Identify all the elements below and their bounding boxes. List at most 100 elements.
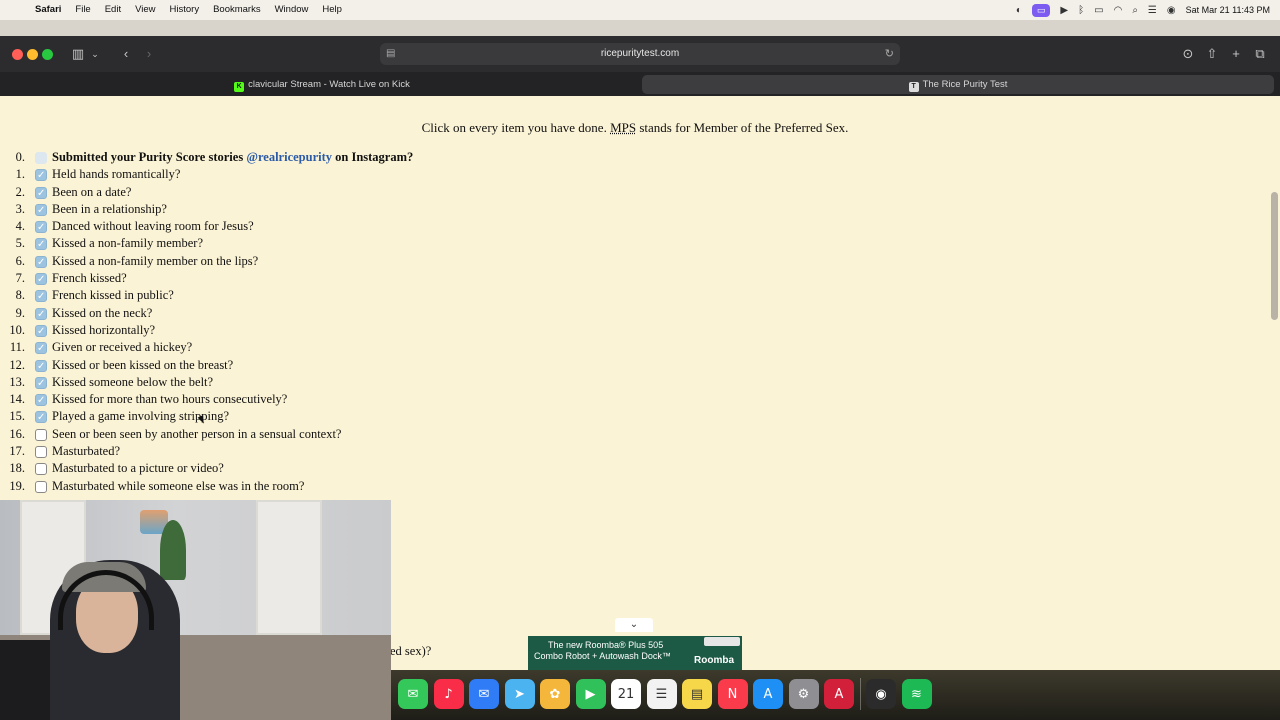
mps-abbreviation[interactable]: MPS: [610, 120, 636, 135]
question-row[interactable]: 3. Been in a relationship?: [0, 201, 800, 219]
obs-icon[interactable]: ◉: [866, 679, 896, 709]
question-row[interactable]: 4. Danced without leaving room for Jesus?: [0, 218, 800, 236]
messages-icon[interactable]: ✉: [398, 679, 428, 709]
question-checkbox[interactable]: [35, 323, 47, 340]
maps-icon[interactable]: ➤: [504, 679, 535, 709]
tab-overview-icon[interactable]: ⧉: [1252, 44, 1268, 64]
photos-icon[interactable]: ✿: [540, 679, 570, 709]
forward-icon[interactable]: ›: [141, 44, 157, 64]
question-checkbox[interactable]: [35, 152, 47, 164]
question-number: 1.: [15, 167, 25, 182]
share-icon[interactable]: ⇧: [1204, 44, 1220, 64]
browser-toolbar: ▥ ⌄ ‹ › ▤ ricepuritytest.com ↻ ⊙ ⇧ + ⧉: [0, 36, 1280, 72]
music-icon[interactable]: ♪: [433, 679, 464, 709]
address-bar[interactable]: ▤ ricepuritytest.com ↻: [380, 43, 900, 65]
question-checkbox[interactable]: [35, 236, 47, 253]
sidebar-icon[interactable]: ▥: [68, 44, 88, 64]
downloads-icon[interactable]: ⊙: [1180, 44, 1196, 64]
question-row[interactable]: 12. Kissed or been kissed on the breast?: [0, 357, 800, 375]
screen-share-icon[interactable]: ▭: [1031, 3, 1051, 17]
spotify-icon[interactable]: ≋: [901, 679, 932, 709]
question-checkbox[interactable]: [35, 358, 47, 375]
search-icon[interactable]: ⌕: [1132, 5, 1138, 16]
new-tab-icon[interactable]: +: [1228, 44, 1244, 64]
question-checkbox[interactable]: [35, 306, 47, 323]
question-checkbox[interactable]: [35, 254, 47, 271]
close-window-button[interactable]: [12, 49, 23, 60]
mail-icon[interactable]: ✉: [469, 679, 499, 709]
question-checkbox[interactable]: [35, 219, 47, 236]
news-icon[interactable]: N: [717, 679, 748, 709]
facetime-icon[interactable]: ▶: [575, 679, 606, 709]
app-store-icon[interactable]: A: [753, 679, 783, 709]
question-checkbox[interactable]: [35, 271, 47, 288]
question-text: Kissed on the neck?: [52, 305, 153, 320]
question-row[interactable]: 5. Kissed a non-family member?: [0, 235, 800, 253]
question-checkbox[interactable]: [35, 446, 47, 459]
back-icon[interactable]: ‹: [118, 44, 134, 64]
question-row[interactable]: 14. Kissed for more than two hours consec…: [0, 391, 800, 409]
zoom-window-button[interactable]: [42, 49, 53, 60]
instagram-link[interactable]: @realricepurity: [246, 150, 332, 164]
question-row[interactable]: 10. Kissed horizontally?: [0, 322, 800, 340]
question-row[interactable]: 6. Kissed a non-family member on the lips…: [0, 253, 800, 271]
question-text: Kissed or been kissed on the breast?: [52, 357, 234, 372]
siri-icon[interactable]: ◉: [1167, 5, 1176, 16]
question-checkbox[interactable]: [35, 392, 47, 409]
question-row[interactable]: 13. Kissed someone below the belt?: [0, 374, 800, 392]
question-checkbox[interactable]: [35, 480, 47, 493]
play-icon[interactable]: ▶: [1060, 5, 1068, 16]
acrobat-icon[interactable]: A: [824, 679, 854, 709]
reader-icon[interactable]: ▤: [386, 43, 395, 65]
question-row[interactable]: 2. Been on a date?: [0, 184, 800, 202]
wifi-icon[interactable]: ◠: [1114, 5, 1123, 16]
menu-help[interactable]: Help: [315, 0, 349, 20]
question-checkbox[interactable]: [35, 409, 47, 426]
reminders-icon[interactable]: ☰: [646, 679, 677, 709]
question-row[interactable]: 8. French kissed in public?: [0, 287, 800, 305]
ad-collapse-button[interactable]: ⌄: [615, 618, 653, 632]
question-checkbox[interactable]: [35, 340, 47, 357]
question-row[interactable]: 15.Played a game involving stripping?: [0, 408, 800, 426]
reload-icon[interactable]: ↻: [885, 43, 894, 65]
control-center-icon[interactable]: ☰: [1148, 5, 1157, 16]
question-row[interactable]: 7. French kissed?: [0, 270, 800, 288]
question-row[interactable]: 19. Masturbated while someone else was in…: [0, 478, 800, 495]
notes-icon[interactable]: ▤: [682, 679, 712, 709]
question-row[interactable]: 0. Submitted your Purity Score stories @r…: [0, 149, 800, 166]
tab-kick-stream[interactable]: Kclavicular Stream - Watch Live on Kick: [6, 75, 638, 94]
question-checkbox[interactable]: [35, 185, 47, 202]
question-checkbox[interactable]: [35, 167, 47, 184]
menu-window[interactable]: Window: [268, 0, 316, 20]
menu-bookmarks[interactable]: Bookmarks: [206, 0, 268, 20]
chevron-down-icon[interactable]: ⌄: [88, 44, 102, 64]
calendar-icon[interactable]: 21: [611, 679, 641, 709]
question-number: 14.: [9, 392, 25, 407]
menu-edit[interactable]: Edit: [98, 0, 128, 20]
scrollbar[interactable]: [1271, 192, 1278, 320]
menu-history[interactable]: History: [163, 0, 207, 20]
roomba-ad[interactable]: The new Roomba® Plus 505 Combo Robot + A…: [528, 636, 742, 670]
bluetooth-icon[interactable]: ᛒ: [1078, 5, 1084, 16]
tab-rice-purity[interactable]: T The Rice Purity Test: [642, 75, 1274, 94]
battery-icon[interactable]: ▭: [1094, 5, 1103, 16]
question-row[interactable]: 18. Masturbated to a picture or video?: [0, 460, 800, 477]
recording-icon[interactable]: ◐: [1016, 5, 1022, 16]
clock[interactable]: Sat Mar 21 11:43 PM: [1186, 5, 1270, 15]
question-row[interactable]: 9. Kissed on the neck?: [0, 305, 800, 323]
settings-icon[interactable]: ⚙: [788, 679, 819, 709]
question-row[interactable]: 16. Seen or been seen by another person i…: [0, 426, 800, 443]
question-row[interactable]: 17. Masturbated?: [0, 443, 800, 460]
menu-view[interactable]: View: [128, 0, 162, 20]
question-row[interactable]: 1. Held hands romantically?: [0, 166, 800, 184]
question-checkbox[interactable]: [35, 375, 47, 392]
menu-file[interactable]: File: [68, 0, 97, 20]
question-checkbox[interactable]: [35, 463, 47, 476]
ad-choices-icon[interactable]: [704, 637, 740, 646]
minimize-window-button[interactable]: [27, 49, 38, 60]
question-checkbox[interactable]: [35, 202, 47, 219]
question-checkbox[interactable]: [35, 428, 47, 441]
question-row[interactable]: 11. Given or received a hickey?: [0, 339, 800, 357]
question-checkbox[interactable]: [35, 288, 47, 305]
menu-app-name[interactable]: Safari: [28, 0, 68, 20]
